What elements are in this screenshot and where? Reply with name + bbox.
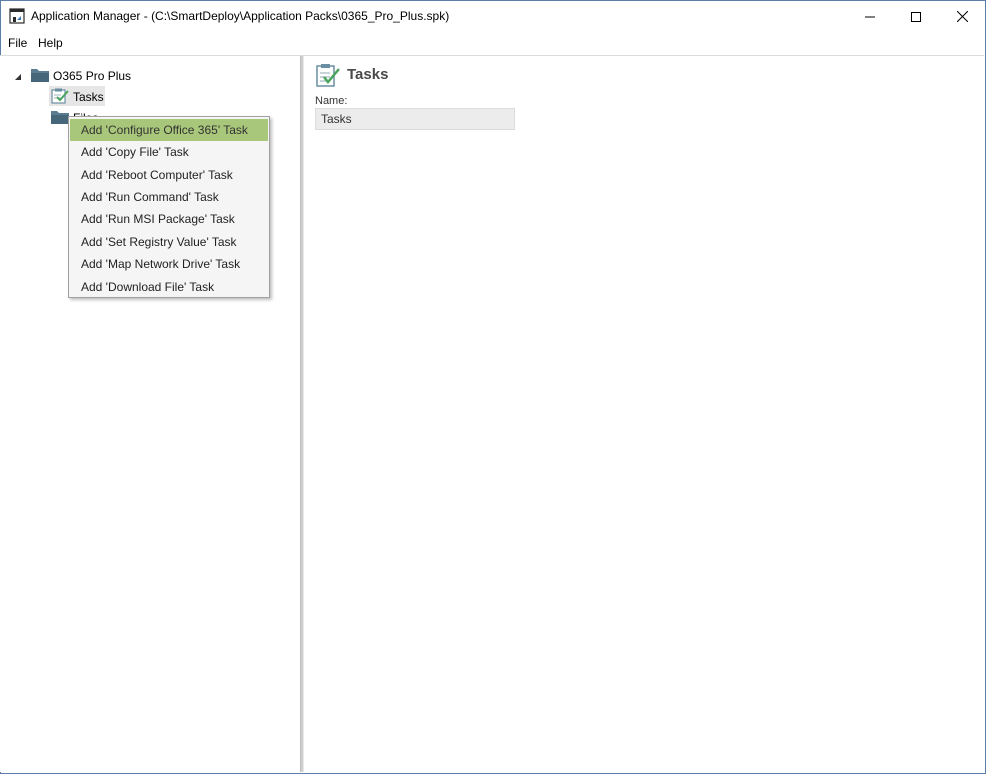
tree-item-tasks[interactable]: Tasks xyxy=(73,90,104,104)
tasks-icon xyxy=(50,88,70,104)
context-menu: Add 'Configure Office 365' Task Add 'Cop… xyxy=(68,116,270,298)
close-button[interactable] xyxy=(939,1,985,32)
maximize-icon xyxy=(911,11,921,22)
menu-item-add-configure-office-365[interactable]: Add 'Configure Office 365' Task xyxy=(70,119,268,141)
detail-pane xyxy=(305,56,984,772)
folder-icon xyxy=(30,67,50,83)
application-icon xyxy=(9,8,25,24)
pane-splitter[interactable] xyxy=(300,56,304,772)
menu-item-add-download-file[interactable]: Add 'Download File' Task xyxy=(70,276,268,298)
menu-bar: File Help xyxy=(1,32,985,54)
title-bar[interactable]: Application Manager - (C:\SmartDeploy\Ap… xyxy=(1,1,985,32)
minimize-icon xyxy=(865,16,875,17)
menu-help[interactable]: Help xyxy=(38,36,63,50)
menu-item-add-map-network-drive[interactable]: Add 'Map Network Drive' Task xyxy=(70,253,268,275)
menu-item-add-set-registry-value[interactable]: Add 'Set Registry Value' Task xyxy=(70,231,268,253)
name-field-label: Name: xyxy=(315,95,348,107)
minimize-button[interactable] xyxy=(847,1,893,32)
name-field[interactable]: Tasks xyxy=(315,108,515,130)
close-icon xyxy=(956,11,968,22)
window-title: Application Manager - (C:\SmartDeploy\Ap… xyxy=(31,9,450,23)
menu-item-add-copy-file[interactable]: Add 'Copy File' Task xyxy=(70,141,268,163)
menu-item-add-run-msi-package[interactable]: Add 'Run MSI Package' Task xyxy=(70,208,268,230)
tree-item-root[interactable]: O365 Pro Plus xyxy=(53,69,131,83)
menu-file[interactable]: File xyxy=(8,36,27,50)
page-title: Tasks xyxy=(347,66,389,83)
tasks-icon xyxy=(315,63,341,89)
folder-icon xyxy=(50,109,70,125)
menu-item-add-run-command[interactable]: Add 'Run Command' Task xyxy=(70,186,268,208)
menu-item-add-reboot-computer[interactable]: Add 'Reboot Computer' Task xyxy=(70,164,268,186)
maximize-button[interactable] xyxy=(893,1,939,32)
tree-expand-icon[interactable] xyxy=(14,71,23,80)
